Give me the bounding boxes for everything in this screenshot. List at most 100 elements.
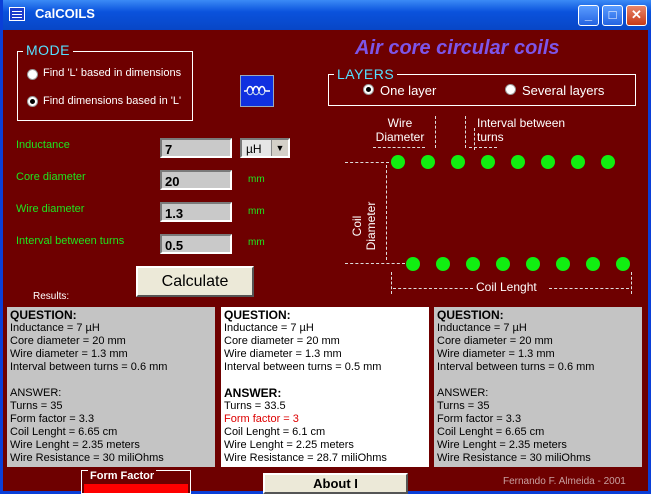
- panel-line: Wire Resistance = 30 miliOhms: [437, 452, 591, 464]
- coil-turn-dot: [436, 257, 450, 271]
- diagram-wire-diameter-label: Wire Diameter: [371, 116, 429, 144]
- interval-dim-line-horizontal: [469, 147, 497, 148]
- wire-diameter-input[interactable]: 1.3: [160, 202, 232, 222]
- results-panel-current: QUESTION: Inductance = 7 µH Core diamete…: [221, 307, 429, 467]
- panel-line: Core diameter = 20 mm: [224, 335, 340, 347]
- coil-turn-dot: [481, 155, 495, 169]
- panel-line: Wire Lenght = 2.35 meters: [437, 439, 567, 451]
- results-panel-previous: QUESTION: Inductance = 7 µH Core diamete…: [7, 307, 215, 467]
- panel-line: Interval between turns = 0.6 mm: [437, 361, 595, 373]
- panel-line: Interval between turns = 0.6 mm: [10, 361, 168, 373]
- panel-question-heading: QUESTION:: [10, 308, 77, 322]
- diagram-coil-diameter-line2: Diameter: [364, 201, 378, 251]
- mode-label-dimensions[interactable]: Find 'L' based in dimensions: [43, 67, 181, 79]
- panel-line: Wire Resistance = 28.7 miliOhms: [224, 452, 387, 464]
- close-button[interactable]: ✕: [626, 5, 647, 26]
- layers-label-several[interactable]: Several layers: [522, 83, 604, 98]
- diagram-interval-line2: turns: [477, 130, 504, 144]
- app-icon[interactable]: [9, 7, 25, 21]
- panel-answer-heading: ANSWER:: [224, 386, 282, 400]
- calculate-button[interactable]: Calculate: [136, 266, 254, 297]
- coil-turn-dot: [391, 155, 405, 169]
- core-diameter-unit: mm: [248, 174, 265, 185]
- diagram-coil-diameter-label: Coil Diameter: [350, 181, 378, 271]
- panel-line: Inductance = 7 µH: [437, 322, 527, 334]
- panel-line: Wire Resistance = 30 miliOhms: [10, 452, 164, 464]
- coil-turn-dot: [526, 257, 540, 271]
- coil-turn-dot: [616, 257, 630, 271]
- panel-line: Wire Lenght = 2.35 meters: [10, 439, 140, 451]
- panel-line: Coil Lenght = 6.65 cm: [437, 426, 545, 438]
- layers-radio-one[interactable]: [363, 84, 374, 95]
- coil-dim-line-top: [345, 162, 389, 163]
- coil-turn-dot: [511, 155, 525, 169]
- chevron-down-icon[interactable]: ▼: [271, 140, 288, 156]
- title-bar[interactable]: CalCOILS _ □ ✕: [3, 0, 651, 30]
- minimize-button[interactable]: _: [578, 5, 599, 26]
- panel-line: Turns = 35: [437, 400, 490, 412]
- layers-label-one[interactable]: One layer: [380, 83, 436, 98]
- core-diameter-label: Core diameter: [16, 171, 86, 183]
- coil-turn-dot: [601, 155, 615, 169]
- minimize-icon: _: [584, 7, 593, 22]
- inductance-input[interactable]: 7: [160, 138, 232, 158]
- credit-text: Fernando F. Almeida - 2001: [503, 476, 626, 487]
- panel-line: Inductance = 7 µH: [10, 322, 100, 334]
- panel-line: Wire Lenght = 2.25 meters: [224, 439, 354, 451]
- coil-dim-line-vertical: [386, 165, 387, 260]
- panel-line: Form factor = 3.3: [437, 413, 522, 425]
- panel-question-heading: QUESTION:: [437, 308, 504, 322]
- diagram-wire-diameter-line2: Diameter: [375, 130, 425, 144]
- app-heading: Air core circular coils: [355, 37, 560, 59]
- form-factor-bar: [84, 484, 188, 493]
- layers-legend: LAYERS: [334, 66, 398, 82]
- coil-turn-dot: [571, 155, 585, 169]
- panel-line: Wire diameter = 1.3 mm: [437, 348, 555, 360]
- interval-label: Interval between turns: [16, 235, 125, 247]
- panel-answer-heading: ANSWER:: [10, 387, 62, 399]
- app-window: CalCOILS _ □ ✕ MODE Find 'L' based in di…: [0, 0, 651, 494]
- length-dim-line-left: [391, 272, 392, 294]
- coil-turn-dot: [586, 257, 600, 271]
- panel-line: Wire diameter = 1.3 mm: [10, 348, 128, 360]
- wire-dim-line-horizontal: [373, 147, 425, 148]
- core-diameter-input[interactable]: 20: [160, 170, 232, 190]
- wire-diameter-label: Wire diameter: [16, 203, 85, 215]
- coil-icon: [240, 75, 274, 107]
- interval-dim-line-left: [465, 116, 466, 148]
- coil-turn-dot: [421, 155, 435, 169]
- inductance-label: Inductance: [16, 139, 70, 151]
- coil-turn-dot: [556, 257, 570, 271]
- wire-diameter-unit: mm: [248, 206, 265, 217]
- diagram-wire-diameter-line1: Wire: [387, 116, 413, 130]
- length-dim-line-right: [631, 272, 632, 294]
- length-dim-line-a: [393, 288, 473, 289]
- panel-question-heading: QUESTION:: [224, 308, 291, 322]
- diagram-interval-line1: Interval between: [477, 116, 566, 130]
- coil-turn-dot: [496, 257, 510, 271]
- mode-label-inductance[interactable]: Find dimensions based in 'L': [43, 95, 181, 107]
- coil-turn-dot: [406, 257, 420, 271]
- coil-turn-dot: [451, 155, 465, 169]
- mode-radio-inductance[interactable]: [27, 96, 38, 107]
- window-title: CalCOILS: [35, 6, 95, 21]
- panel-line: Turns = 33.5: [224, 400, 286, 412]
- panel-line: Coil Lenght = 6.1 cm: [224, 426, 326, 438]
- about-button[interactable]: About I: [263, 473, 408, 494]
- panel-line-form-factor: Form factor = 3: [224, 413, 299, 425]
- results-panel-compare: QUESTION: Inductance = 7 µH Core diamete…: [434, 307, 642, 467]
- inductance-unit-select[interactable]: µH ▼: [240, 138, 290, 158]
- mode-frame: [17, 51, 193, 121]
- maximize-button[interactable]: □: [602, 5, 623, 26]
- interval-unit: mm: [248, 237, 265, 248]
- panel-line: Inductance = 7 µH: [224, 322, 314, 334]
- maximize-icon: □: [608, 7, 617, 22]
- form-factor-indicator: Form Factor: [81, 470, 191, 494]
- diagram-coil-length-label: Coil Lenght: [476, 280, 537, 294]
- close-icon: ✕: [631, 7, 642, 22]
- length-dim-line-b: [549, 288, 629, 289]
- mode-radio-dimensions[interactable]: [27, 69, 38, 80]
- panel-line: Core diameter = 20 mm: [437, 335, 553, 347]
- interval-input[interactable]: 0.5: [160, 234, 232, 254]
- layers-radio-several[interactable]: [505, 84, 516, 95]
